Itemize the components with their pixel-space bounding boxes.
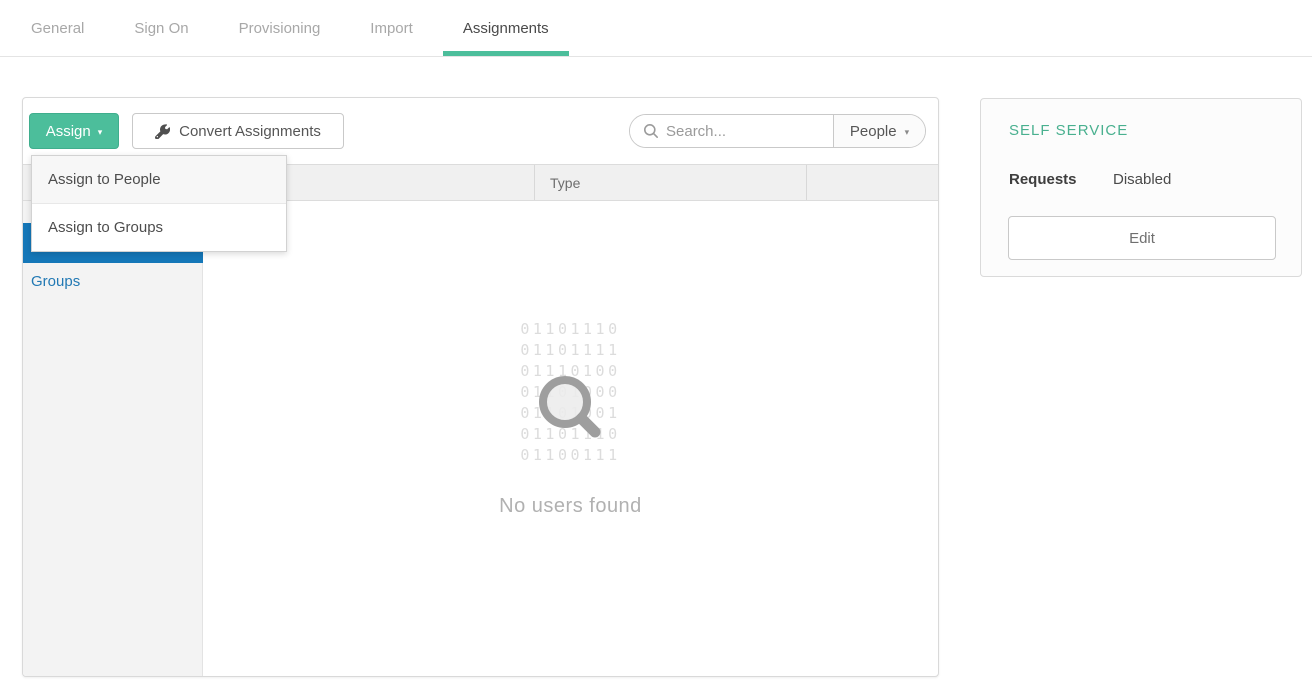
binary-line: 01100111 — [203, 445, 938, 466]
assign-button-label: Assign — [46, 123, 91, 140]
empty-state-message: No users found — [203, 495, 938, 518]
search-scope-value: People — [850, 123, 897, 140]
column-header-type: Type — [550, 165, 580, 200]
requests-label: Requests — [1009, 171, 1077, 188]
edit-button[interactable]: Edit — [1008, 216, 1276, 260]
assign-dropdown-menu: Assign to People Assign to Groups — [31, 155, 287, 252]
tab-sign-on[interactable]: Sign On — [114, 0, 208, 56]
requests-value: Disabled — [1113, 171, 1171, 188]
column-divider — [534, 165, 535, 200]
wrench-icon — [155, 124, 170, 139]
self-service-title: SELF SERVICE — [1009, 122, 1128, 139]
search-field-wrap — [630, 115, 833, 147]
assign-button[interactable]: Assign ▾ — [29, 113, 119, 149]
app-tab-bar: General Sign On Provisioning Import Assi… — [0, 0, 1312, 57]
convert-assignments-button[interactable]: Convert Assignments — [132, 113, 344, 149]
search-input[interactable] — [666, 123, 816, 140]
search-icon — [643, 123, 659, 139]
search-pill: People ▾ — [629, 114, 926, 148]
tab-assignments[interactable]: Assignments — [443, 0, 569, 56]
sidebar-item-groups[interactable]: Groups — [23, 263, 203, 299]
search-scope-dropdown[interactable]: People ▾ — [833, 115, 925, 147]
tab-import[interactable]: Import — [350, 0, 433, 56]
magnifier-empty-icon — [538, 375, 606, 448]
caret-down-icon: ▾ — [905, 127, 910, 138]
tab-provisioning[interactable]: Provisioning — [219, 0, 341, 56]
column-divider — [806, 165, 807, 200]
tab-general[interactable]: General — [11, 0, 104, 56]
self-service-panel: SELF SERVICE Requests Disabled Edit — [980, 98, 1302, 277]
binary-line: 01101111 — [203, 340, 938, 361]
assignments-panel: Assign ▾ Convert Assignments People — [22, 97, 939, 677]
empty-state: 01101110 01101111 01110100 01101000 0110… — [203, 201, 938, 676]
menu-item-assign-to-groups[interactable]: Assign to Groups — [32, 204, 286, 251]
convert-assignments-label: Convert Assignments — [179, 123, 321, 140]
menu-item-assign-to-people[interactable]: Assign to People — [32, 156, 286, 203]
caret-down-icon: ▾ — [98, 128, 103, 137]
assignments-filter-sidebar: Groups — [23, 201, 203, 676]
app-screen: General Sign On Provisioning Import Assi… — [0, 0, 1312, 686]
binary-line: 01101110 — [203, 319, 938, 340]
